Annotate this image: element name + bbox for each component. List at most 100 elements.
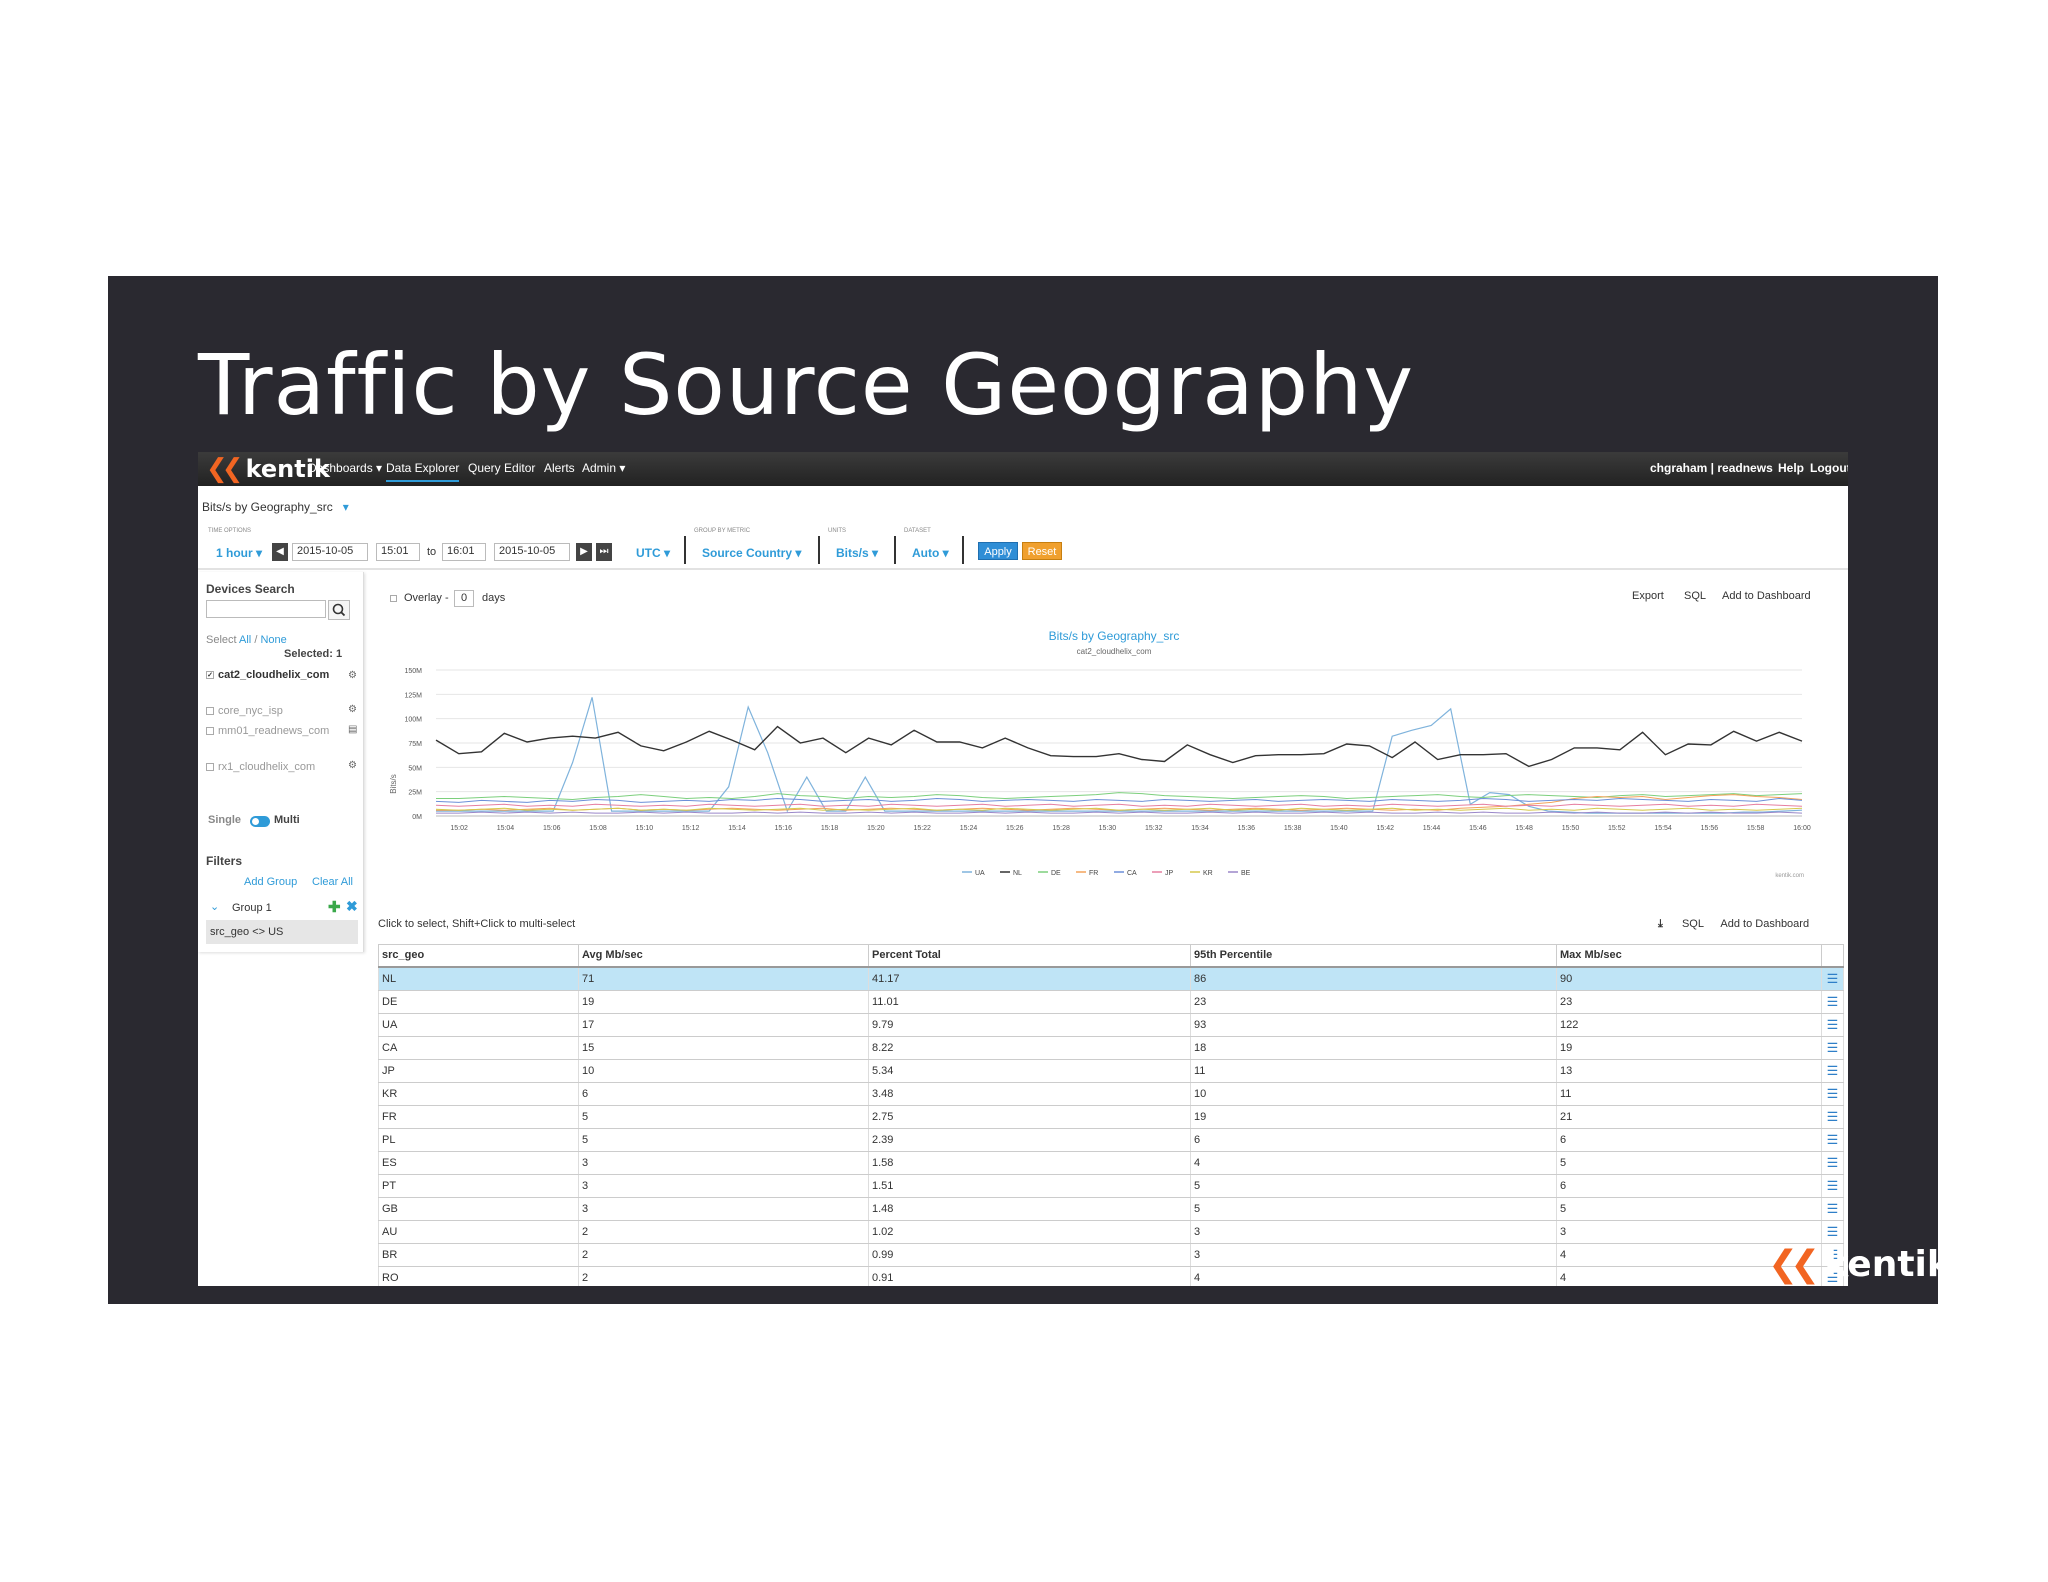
table-row[interactable]: PT 3 1.51 5 6 ☰ (378, 1174, 1844, 1198)
table-cell: KR (378, 1082, 579, 1106)
column-header-max[interactable]: Max Mb/sec (1556, 944, 1822, 968)
nav-data-explorer[interactable]: Data Explorer (386, 461, 460, 482)
time-range-select[interactable]: 1 hour ▾ (216, 546, 262, 560)
next-period-icon[interactable]: ▶ (576, 543, 592, 561)
prev-period-icon[interactable]: ◀ (272, 543, 288, 561)
overlay-checkbox[interactable] (390, 595, 397, 602)
row-menu-icon[interactable]: ☰ (1821, 1174, 1844, 1198)
row-menu-icon[interactable]: ☰ (1821, 1059, 1844, 1083)
row-menu-icon[interactable]: ☰ (1821, 1013, 1844, 1037)
table-row[interactable]: FR 5 2.75 19 21 ☰ (378, 1105, 1844, 1129)
nav-help[interactable]: Help (1778, 461, 1804, 475)
table-row[interactable]: RO 2 0.91 4 4 ☰ (378, 1266, 1844, 1286)
start-date-input[interactable]: 2015-10-05 (292, 543, 368, 561)
device-search-input[interactable] (206, 600, 326, 618)
column-header-src-geo[interactable]: src_geo (378, 944, 579, 968)
add-group-link[interactable]: Add Group (244, 876, 297, 888)
nav-query-editor[interactable]: Query Editor (468, 461, 535, 475)
checkbox-icon[interactable] (206, 763, 214, 772)
table-row[interactable]: JP 10 5.34 11 13 ☰ (378, 1059, 1844, 1083)
column-header-95th[interactable]: 95th Percentile (1190, 944, 1557, 968)
table-row[interactable]: BR 2 0.99 3 4 ☰ (378, 1243, 1844, 1267)
device-item[interactable]: ✓ cat2_cloudhelix_com (206, 668, 338, 683)
chevron-down-icon[interactable]: ⌄ (210, 900, 219, 913)
table-caption: Click to select, Shift+Click to multi-se… (378, 918, 576, 930)
table-row[interactable]: NL 71 41.17 86 90 ☰ (378, 966, 1844, 991)
x-tick-label: 15:28 (1052, 825, 1070, 832)
sql-button[interactable]: SQL (1684, 590, 1706, 602)
table-row[interactable]: DE 19 11.01 23 23 ☰ (378, 990, 1844, 1014)
table-cell: 5 (1190, 1197, 1557, 1221)
x-tick-label: 15:52 (1608, 825, 1626, 832)
checkbox-icon[interactable] (206, 727, 214, 736)
row-menu-icon[interactable]: ☰ (1821, 990, 1844, 1014)
table-sql-button[interactable]: SQL (1682, 918, 1704, 930)
table-cell: 3 (578, 1151, 869, 1175)
table-row[interactable]: PL 5 2.39 6 6 ☰ (378, 1128, 1844, 1152)
row-menu-icon[interactable]: ☰ (1821, 1151, 1844, 1175)
row-menu-icon[interactable]: ☰ (1821, 1036, 1844, 1060)
select-all-link[interactable]: All (239, 634, 251, 646)
clear-all-link[interactable]: Clear All (312, 876, 353, 888)
nav-admin[interactable]: Admin ▾ (582, 461, 625, 475)
filter-expression[interactable]: src_geo <> US (206, 920, 358, 944)
query-title[interactable]: Bits/s by Geography_src ▾ (202, 500, 349, 514)
end-date-input[interactable]: 2015-10-05 (494, 543, 570, 561)
timezone-select[interactable]: UTC ▾ (636, 546, 670, 560)
row-menu-icon[interactable]: ☰ (1821, 966, 1844, 991)
row-menu-icon[interactable]: ☰ (1821, 1197, 1844, 1221)
device-item[interactable]: core_nyc_isp (206, 704, 338, 719)
server-icon[interactable]: ▤ (348, 724, 357, 735)
device-item[interactable]: mm01_readnews_com (206, 724, 338, 739)
row-menu-icon[interactable]: ☰ (1821, 1082, 1844, 1106)
row-menu-icon[interactable]: ☰ (1821, 1105, 1844, 1129)
table-row[interactable]: CA 15 8.22 18 19 ☰ (378, 1036, 1844, 1060)
units-select[interactable]: Bits/s ▾ (836, 546, 878, 560)
filters-heading: Filters (206, 854, 243, 868)
add-to-dashboard-button[interactable]: Add to Dashboard (1722, 590, 1811, 602)
overlay-days-input[interactable]: 0 (454, 590, 474, 607)
group-by-select[interactable]: Source Country ▾ (702, 546, 801, 560)
nav-alerts[interactable]: Alerts (544, 461, 575, 475)
dataset-select[interactable]: Auto ▾ (912, 546, 949, 560)
table-row[interactable]: KR 6 3.48 10 11 ☰ (378, 1082, 1844, 1106)
nav-logout[interactable]: Logout (1810, 461, 1848, 475)
latest-period-icon[interactable]: ⏭ (596, 543, 612, 561)
device-item[interactable]: rx1_cloudhelix_com (206, 760, 338, 775)
start-time-input[interactable]: 15:01 (376, 543, 420, 561)
end-time-input[interactable]: 16:01 (442, 543, 486, 561)
export-button[interactable]: Export (1632, 590, 1664, 602)
select-none-link[interactable]: None (260, 634, 286, 646)
close-icon[interactable]: ✖ (346, 898, 358, 915)
row-menu-icon[interactable]: ☰ (1821, 1220, 1844, 1244)
table-cell: 18 (1190, 1036, 1557, 1060)
separator (818, 536, 820, 564)
table-add-to-dashboard-button[interactable]: Add to Dashboard (1720, 918, 1809, 930)
column-header-avg[interactable]: Avg Mb/sec (578, 944, 869, 968)
reset-button[interactable]: Reset (1022, 542, 1062, 560)
gear-icon[interactable]: ⚙ (348, 670, 357, 681)
row-menu-icon[interactable]: ☰ (1821, 1128, 1844, 1152)
slide-background: Traffic by Source Geography ❮❮ kentik Da… (108, 276, 1951, 1304)
nav-user[interactable]: chgraham | readnews (1650, 461, 1773, 475)
gear-icon[interactable]: ⚙ (348, 704, 357, 715)
search-button[interactable] (328, 600, 350, 620)
column-header-percent[interactable]: Percent Total (868, 944, 1191, 968)
table-cell: FR (378, 1105, 579, 1129)
mode-toggle[interactable] (250, 816, 270, 827)
table-row[interactable]: GB 3 1.48 5 5 ☰ (378, 1197, 1844, 1221)
table-row[interactable]: ES 3 1.58 4 5 ☰ (378, 1151, 1844, 1175)
download-icon[interactable]: ⤓ (1658, 918, 1663, 931)
apply-button[interactable]: Apply (978, 542, 1018, 560)
table-row[interactable]: AU 2 1.02 3 3 ☰ (378, 1220, 1844, 1244)
filter-group-row[interactable]: ⌄ Group 1 ✚ ✖ (206, 898, 358, 918)
gear-icon[interactable]: ⚙ (348, 760, 357, 771)
checkbox-icon[interactable] (206, 707, 214, 716)
nav-dashboards[interactable]: Dashboards ▾ (308, 461, 382, 475)
table-row[interactable]: UA 17 9.79 93 122 ☰ (378, 1013, 1844, 1037)
checkbox-checked-icon[interactable]: ✓ (206, 671, 214, 680)
plus-icon[interactable]: ✚ (328, 898, 341, 916)
table-cell: ES (378, 1151, 579, 1175)
table-cell: JP (378, 1059, 579, 1083)
chart-axes: 0M 25M 50M 75M 100M 125M 150M 15:02 15:04 15:06 15… (404, 668, 1810, 832)
